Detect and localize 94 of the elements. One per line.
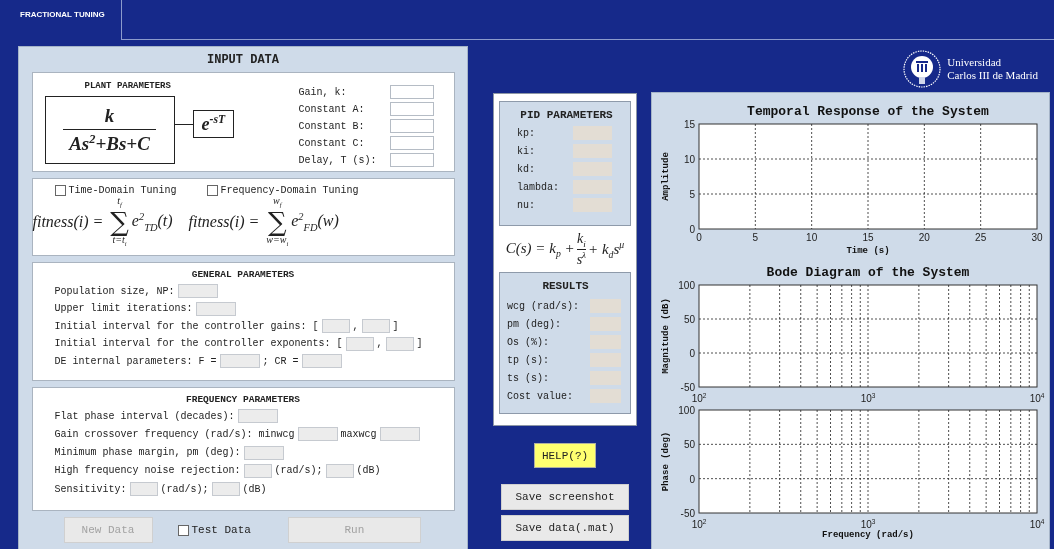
tick-label: 0: [689, 224, 695, 235]
tick-label: 15: [683, 119, 695, 130]
seal-icon: [903, 49, 942, 88]
tick-label: 0: [689, 473, 695, 485]
param-label: ]: [392, 320, 399, 332]
transfer-function: k As$^{2}$+Bs+C: [44, 96, 175, 164]
param-label: Initial interval for the controller exponents: [: [54, 338, 343, 349]
tick-label: 5: [752, 232, 759, 243]
axis-label: Phase (deg): [661, 431, 671, 492]
axis-label: Frequency (rad/s): [822, 530, 914, 540]
tick-label: 100: [678, 405, 695, 416]
axis-label: Amplitude: [661, 152, 671, 201]
param-label: ; CR =: [262, 355, 299, 367]
field-label: Gain, k:: [298, 86, 348, 98]
tick-label: 10$^{3}$: [860, 519, 876, 531]
section-title: PLANT PARAMETERS: [83, 81, 172, 93]
tick-label: -50: [680, 382, 695, 393]
param-label: maxwcg: [340, 428, 377, 440]
input-field[interactable]: [389, 102, 434, 116]
tick-label: 10$^{2}$: [691, 519, 707, 531]
axis-label: Magnitude (dB): [661, 298, 671, 374]
tick-label: 15: [862, 232, 874, 243]
chart-title: Temporal Response of the System: [747, 104, 989, 119]
chart-title: Bode Diagram of the System: [766, 265, 970, 280]
field-label: ki:: [517, 145, 536, 157]
tick-label: 20: [918, 232, 930, 243]
field-label: Constant B:: [298, 120, 366, 132]
param-label: Minimum phase margin, pm (deg):: [54, 447, 241, 459]
logo-text: Carlos III de Madrid: [947, 68, 1038, 82]
param-label: Flat phase interval (decades):: [54, 410, 235, 422]
tick-label: -50: [680, 508, 695, 519]
param-label: Upper limit iterations:: [54, 303, 193, 314]
param-label: ,: [376, 338, 383, 349]
param-label: Sensitivity:: [54, 483, 127, 495]
tick-label: 10$^{2}$: [691, 393, 707, 403]
field-label: tp (s):: [507, 354, 550, 366]
field-label: Constant A:: [298, 103, 366, 115]
field-label: Cost value:: [507, 390, 574, 402]
param-label: DE internal parameters: F =: [54, 355, 217, 367]
field-label: Delay, T (s):: [298, 154, 378, 166]
tick-label: 5: [689, 189, 695, 200]
tab[interactable]: FRACTIONAL TUNING: [10, 0, 122, 40]
field-label: ts (s):: [507, 372, 550, 384]
field-label: Os (%):: [507, 336, 550, 348]
tick-label: 0: [689, 348, 695, 359]
tick-label: 10: [806, 232, 818, 243]
axis-label: Time (s): [846, 246, 890, 256]
fitness-formula: fitness(i) = t$_{f}$ ∑ t=t$_{i}$ e$^{2}$$_{TD}$(t): [32, 195, 174, 249]
delay-block: e$^{-sT}$: [192, 110, 235, 138]
input-field[interactable]: [389, 119, 434, 133]
save-button[interactable]: Save screenshot: [501, 484, 629, 510]
tick-label: 10$^{4}$: [1029, 519, 1045, 531]
checkbox[interactable]: Frequency-Domain Tuning: [206, 185, 359, 196]
tick-label: 10: [683, 154, 695, 165]
param-label: Gain crossover frequency (rad/s): minwcg: [54, 428, 295, 440]
param-label: ]: [416, 338, 423, 349]
checkbox[interactable]: Time-Domain Tuning: [54, 185, 177, 196]
field-label: kd:: [517, 163, 536, 175]
tick-label: 30: [1031, 232, 1043, 243]
param-label: (dB): [356, 465, 381, 477]
param-label: (dB): [242, 483, 267, 495]
field-label: lambda:: [517, 181, 560, 193]
connector-line: [174, 123, 193, 125]
input-field[interactable]: [389, 85, 434, 99]
field-label: nu:: [517, 199, 536, 211]
input-field[interactable]: [389, 136, 434, 150]
save-button[interactable]: Save data(.mat): [501, 515, 629, 541]
param-label: (rad/s);: [160, 483, 209, 495]
param-label: High frequency noise rejection:: [54, 465, 241, 477]
logo-text: Universidad: [947, 55, 1003, 69]
tick-label: 50: [683, 314, 695, 325]
tick-label: 0: [696, 232, 702, 243]
field-label: kp:: [517, 127, 536, 139]
section-title: PID PARAMETERS: [519, 109, 614, 123]
input-field[interactable]: [389, 153, 434, 167]
panel-title: INPUT DATA: [207, 52, 279, 69]
fitness-formula: fitness(i) = w$_{f}$ ∑ w=w$_{i}$ e$^{2}$$_{FD}$(w): [188, 195, 340, 249]
tick-label: 10$^{4}$: [1029, 393, 1045, 403]
param-label: Population size, NP:: [54, 285, 175, 297]
tick-label: 100: [678, 280, 695, 291]
section-title: RESULTS: [541, 280, 590, 294]
field-label: pm (deg):: [507, 318, 562, 330]
checkbox[interactable]: Test Data: [177, 524, 251, 536]
tick-label: 25: [975, 232, 987, 243]
section-title: GENERAL PARAMETERS: [190, 269, 296, 282]
param-label: ,: [352, 320, 359, 332]
field-label: wcg (rad/s):: [507, 300, 580, 312]
help-button[interactable]: HELP(?): [534, 443, 596, 468]
param-label: (rad/s);: [274, 465, 323, 477]
field-label: Constant C:: [298, 137, 366, 149]
tick-label: 50: [683, 439, 695, 451]
param-label: Initial interval for the controller gains: [: [54, 320, 319, 332]
section-title: FREQUENCY PARAMETERS: [185, 394, 301, 407]
tick-label: 10$^{3}$: [860, 393, 876, 403]
